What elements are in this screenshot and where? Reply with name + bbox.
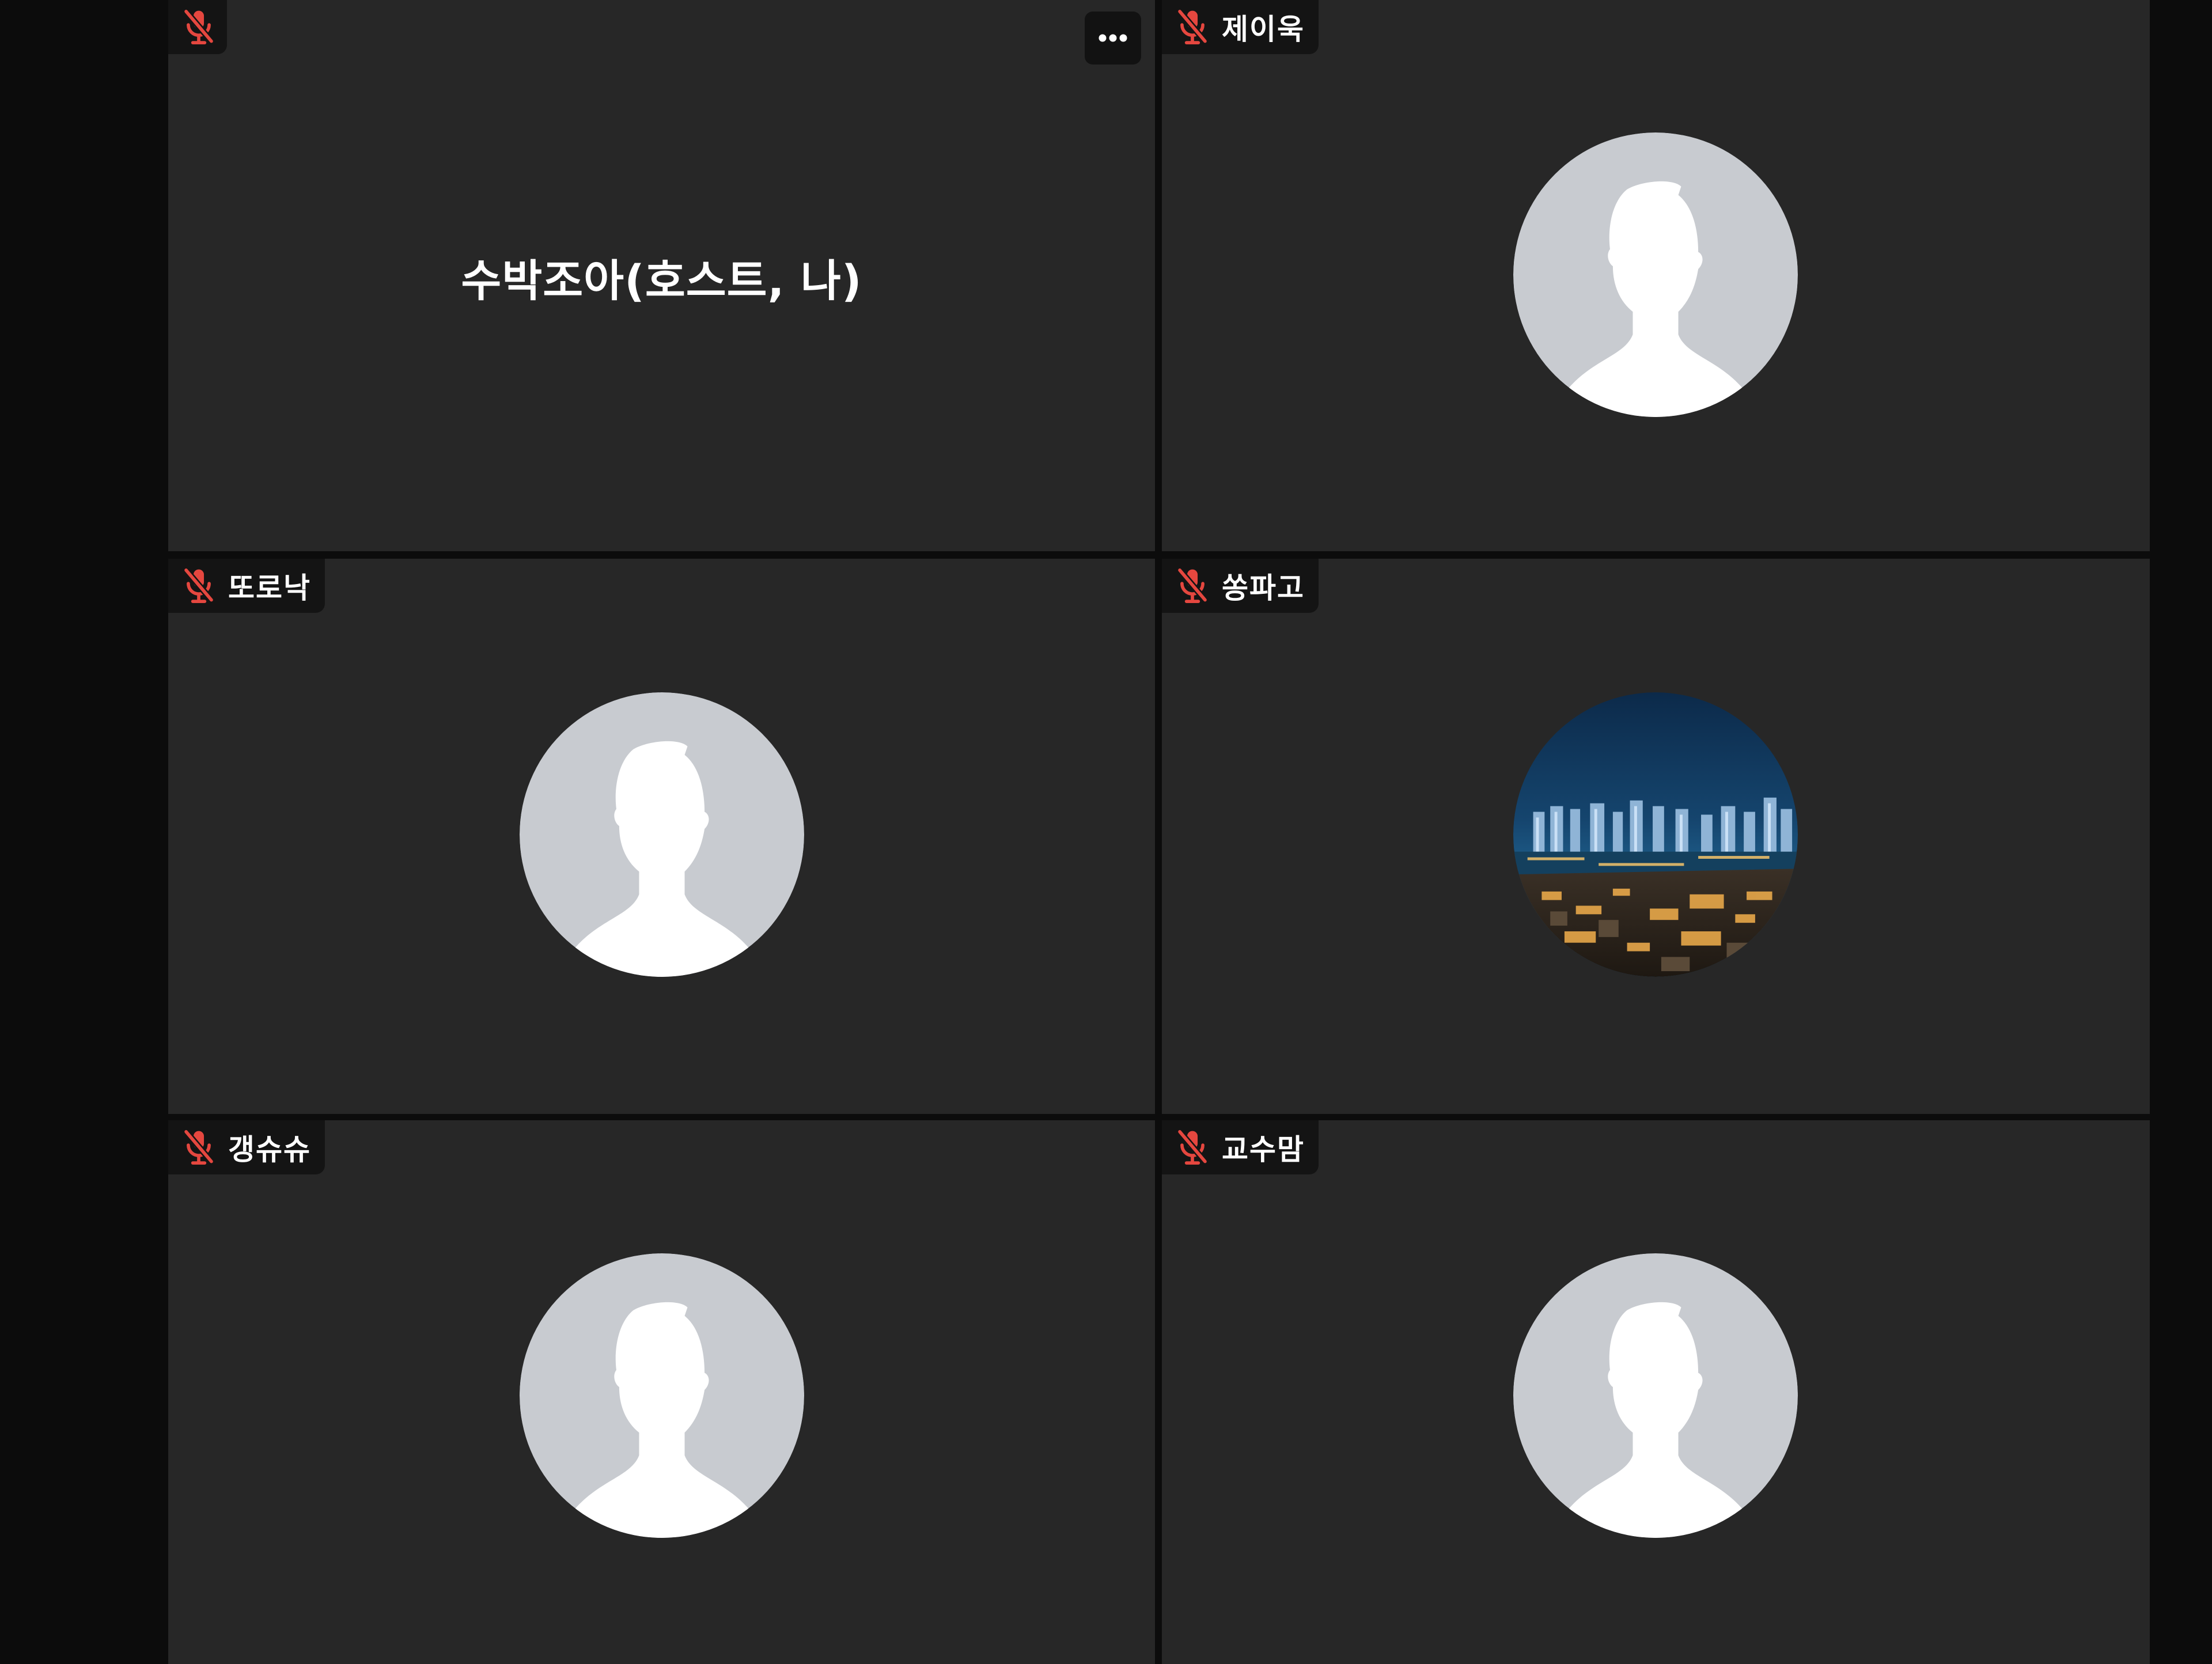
participant-name-label: 교수맘 <box>1222 1133 1305 1166</box>
mic-muted-icon <box>1175 7 1210 47</box>
name-tag: 또로낙 <box>168 559 325 613</box>
default-avatar-icon <box>520 692 804 977</box>
meeting-gallery-view: 수박조아(호스트, 나) 제이욱 또로낙 쏭파고 갱슈슈 교수맘 <box>0 0 2212 1664</box>
more-options-button[interactable] <box>1085 12 1141 65</box>
mic-muted-icon <box>1175 566 1210 606</box>
mic-muted-icon <box>181 1127 217 1168</box>
default-avatar-icon <box>520 1253 804 1538</box>
participant-name-label: 제이욱 <box>1222 13 1305 46</box>
name-tag: 쏭파고 <box>1162 559 1319 613</box>
profile-photo-avatar <box>1513 692 1798 977</box>
participant-tile[interactable]: 제이욱 <box>1162 0 2150 551</box>
default-avatar-icon <box>1513 132 1798 417</box>
name-tag: 제이욱 <box>1162 0 1319 54</box>
name-tag: 갱슈슈 <box>168 1120 325 1174</box>
participant-tile[interactable]: 갱슈슈 <box>168 1120 1155 1664</box>
mic-muted-icon <box>1175 1127 1210 1168</box>
participant-tile[interactable]: 교수맘 <box>1162 1120 2150 1664</box>
participant-name-label: 또로낙 <box>228 571 311 605</box>
participant-name-label: 쏭파고 <box>1222 571 1305 605</box>
participant-tile[interactable]: 또로낙 <box>168 559 1155 1114</box>
name-tag <box>168 0 227 54</box>
participant-grid: 수박조아(호스트, 나) 제이욱 또로낙 쏭파고 갱슈슈 교수맘 <box>168 0 2150 1664</box>
participant-tile[interactable]: 쏭파고 <box>1162 559 2150 1114</box>
participant-name-label: 갱슈슈 <box>228 1133 311 1166</box>
mic-muted-icon <box>181 7 217 47</box>
name-tag: 교수맘 <box>1162 1120 1319 1174</box>
default-avatar-icon <box>1513 1253 1798 1538</box>
participant-tile-host[interactable]: 수박조아(호스트, 나) <box>168 0 1155 551</box>
more-options-icon <box>1099 34 1127 42</box>
participant-display-name: 수박조아(호스트, 나) <box>461 255 862 306</box>
mic-muted-icon <box>181 566 217 606</box>
